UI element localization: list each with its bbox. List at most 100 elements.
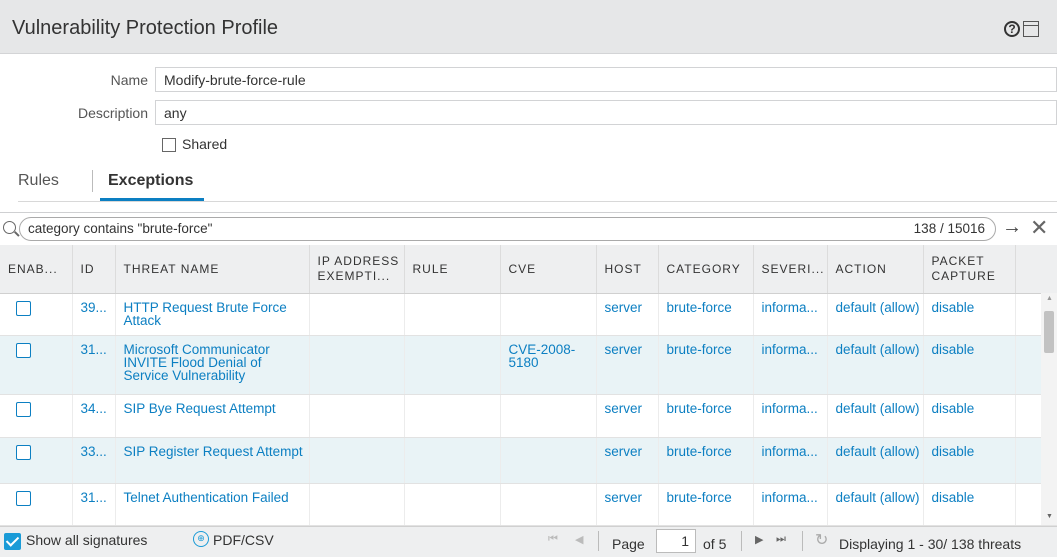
scrollbar-thumb[interactable] <box>1044 311 1054 353</box>
row-enable-checkbox[interactable] <box>16 402 31 417</box>
show-all-signatures-checkbox[interactable] <box>4 533 21 550</box>
host-cell[interactable]: server <box>596 335 659 395</box>
severity-cell[interactable]: informa... <box>762 343 827 356</box>
tab-rules[interactable]: Rules <box>18 172 59 190</box>
refresh-icon[interactable]: ↻ <box>815 530 828 550</box>
severity-cell[interactable]: informa... <box>762 445 827 458</box>
cve-link[interactable]: CVE-2008-5180 <box>500 335 597 395</box>
cve-link[interactable] <box>500 437 597 484</box>
cve-link[interactable] <box>500 394 597 438</box>
category-cell[interactable]: brute-force <box>658 437 754 484</box>
category-cell[interactable]: brute-force <box>658 335 754 395</box>
window-title: Vulnerability Protection Profile <box>12 17 279 39</box>
pdf-csv-icon[interactable]: ⊕ <box>193 531 209 547</box>
packet-capture-cell[interactable]: disable <box>923 483 1016 526</box>
column-header-id[interactable]: ID <box>72 245 116 294</box>
rule-cell <box>404 437 501 484</box>
cve-link[interactable] <box>500 293 597 336</box>
row-enable-checkbox[interactable] <box>16 445 31 460</box>
threat-id[interactable]: 33... <box>81 445 115 458</box>
row-enable-checkbox[interactable] <box>16 301 31 316</box>
scroll-up-icon[interactable]: ▲ <box>1046 295 1053 302</box>
host-cell[interactable]: server <box>596 483 659 526</box>
category-cell[interactable]: brute-force <box>658 293 754 336</box>
exceptions-table: ENAB... ID THREAT NAME IP ADDRESS EXEMPT… <box>0 245 1057 526</box>
description-field[interactable]: any <box>155 100 1057 125</box>
column-header-threat-name[interactable]: THREAT NAME <box>115 245 310 294</box>
maximize-icon[interactable] <box>1023 21 1039 37</box>
description-label: Description <box>77 105 148 121</box>
name-field[interactable]: Modify-brute-force-rule <box>155 67 1057 92</box>
cve-link[interactable] <box>500 483 597 526</box>
tabs-divider <box>18 201 1057 202</box>
action-cell[interactable]: default (allow) <box>827 293 924 336</box>
threat-id[interactable]: 39... <box>81 301 115 314</box>
tab-exceptions[interactable]: Exceptions <box>108 172 193 190</box>
host-cell[interactable]: server <box>596 293 659 336</box>
ip-exemptions-cell[interactable] <box>309 437 405 484</box>
category-cell[interactable]: brute-force <box>658 483 754 526</box>
column-header-host[interactable]: HOST <box>596 245 659 294</box>
tab-separator <box>92 170 93 192</box>
packet-capture-cell[interactable]: disable <box>923 437 1016 484</box>
ip-exemptions-cell[interactable] <box>309 335 405 395</box>
search-result-count: 138 / 15016 <box>913 221 985 236</box>
action-cell[interactable]: default (allow) <box>827 483 924 526</box>
threat-name-link[interactable]: SIP Bye Request Attempt <box>115 394 310 438</box>
table-row[interactable]: 39... HTTP Request Brute Force Attack se… <box>0 293 1057 336</box>
row-enable-checkbox[interactable] <box>16 491 31 506</box>
last-page-icon[interactable]: ⏭ <box>776 533 786 546</box>
table-row[interactable]: 31... Microsoft Communicator INVITE Floo… <box>0 335 1057 395</box>
help-icon[interactable]: ? <box>1004 21 1020 37</box>
next-page-icon[interactable]: ▶ <box>755 533 763 546</box>
threat-id[interactable]: 31... <box>81 491 115 504</box>
threat-id[interactable]: 34... <box>81 402 115 415</box>
clear-filter-icon[interactable]: ✕ <box>1030 215 1048 241</box>
severity-cell[interactable]: informa... <box>762 491 827 504</box>
rule-cell <box>404 394 501 438</box>
column-header-cve[interactable]: CVE <box>500 245 597 294</box>
table-scrollbar[interactable]: ▲ ▼ <box>1041 293 1057 525</box>
threat-name-link[interactable]: SIP Register Request Attempt <box>115 437 310 484</box>
apply-filter-arrow-icon[interactable]: → <box>1002 216 1022 239</box>
column-header-packet-capture[interactable]: PACKET CAPTURE <box>923 245 1016 294</box>
page-number-input[interactable]: 1 <box>656 529 696 553</box>
rule-cell <box>404 293 501 336</box>
host-cell[interactable]: server <box>596 437 659 484</box>
pager-separator <box>741 531 742 551</box>
ip-exemptions-cell[interactable] <box>309 483 405 526</box>
previous-page-icon[interactable]: ◀ <box>575 533 583 546</box>
scroll-down-icon[interactable]: ▼ <box>1046 513 1053 520</box>
ip-exemptions-cell[interactable] <box>309 293 405 336</box>
column-header-action[interactable]: ACTION <box>827 245 924 294</box>
packet-capture-cell[interactable]: disable <box>923 394 1016 438</box>
table-row[interactable]: 31... Telnet Authentication Failed serve… <box>0 483 1057 526</box>
first-page-icon[interactable]: ⏮ <box>548 533 558 546</box>
action-cell[interactable]: default (allow) <box>827 335 924 395</box>
table-row[interactable]: 33... SIP Register Request Attempt serve… <box>0 437 1057 484</box>
category-cell[interactable]: brute-force <box>658 394 754 438</box>
column-header-category[interactable]: CATEGORY <box>658 245 754 294</box>
pager-separator <box>802 531 803 551</box>
severity-cell[interactable]: informa... <box>762 402 827 415</box>
action-cell[interactable]: default (allow) <box>827 394 924 438</box>
threat-id[interactable]: 31... <box>81 343 115 356</box>
packet-capture-cell[interactable]: disable <box>923 335 1016 395</box>
column-header-ip-exemptions[interactable]: IP ADDRESS EXEMPTI... <box>309 245 405 294</box>
column-header-enabled[interactable]: ENAB... <box>0 245 73 294</box>
table-row[interactable]: 34... SIP Bye Request Attempt server bru… <box>0 394 1057 438</box>
row-enable-checkbox[interactable] <box>16 343 31 358</box>
severity-cell[interactable]: informa... <box>762 301 827 314</box>
threat-name-link[interactable]: HTTP Request Brute Force Attack <box>115 293 310 336</box>
column-header-rule[interactable]: RULE <box>404 245 501 294</box>
action-cell[interactable]: default (allow) <box>827 437 924 484</box>
ip-exemptions-cell[interactable] <box>309 394 405 438</box>
packet-capture-cell[interactable]: disable <box>923 293 1016 336</box>
threat-name-link[interactable]: Telnet Authentication Failed <box>115 483 310 526</box>
pdf-csv-button[interactable]: PDF/CSV <box>213 532 274 548</box>
threat-name-link[interactable]: Microsoft Communicator INVITE Flood Deni… <box>115 335 310 395</box>
search-input[interactable]: category contains "brute-force" <box>19 217 996 241</box>
shared-checkbox[interactable] <box>162 138 176 152</box>
column-header-severity[interactable]: SEVERI... <box>753 245 828 294</box>
host-cell[interactable]: server <box>596 394 659 438</box>
